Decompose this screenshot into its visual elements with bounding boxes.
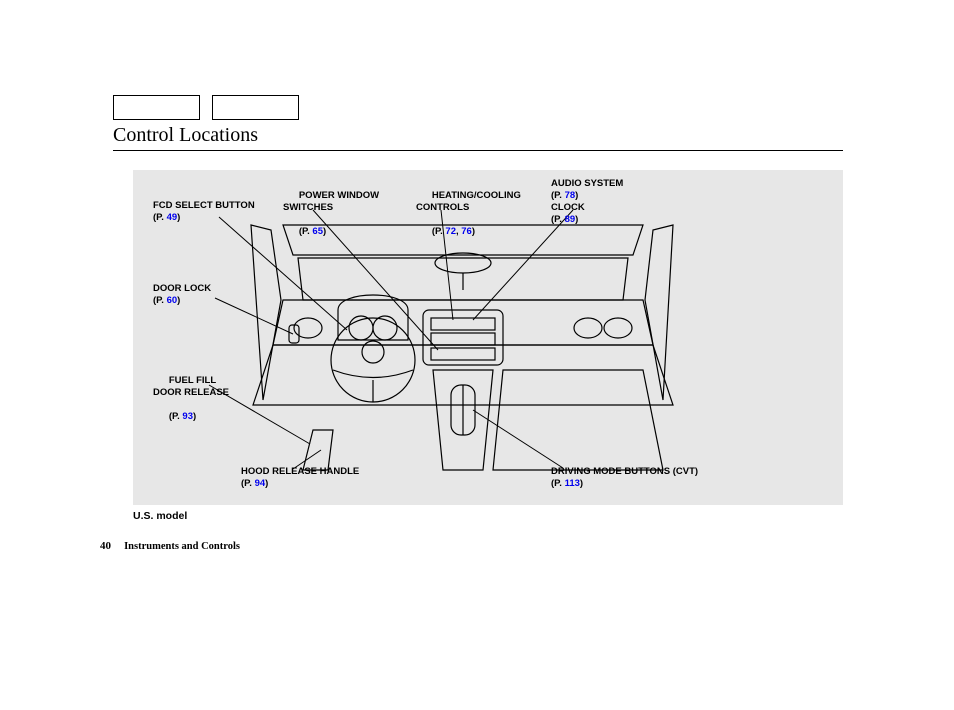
callout-driving-mode: DRIVING MODE BUTTONS (CVT) (P. 113): [551, 466, 698, 490]
page-footer: 40 Instruments and Controls: [100, 540, 240, 552]
page-link[interactable]: 60: [167, 295, 178, 306]
model-note: U.S. model: [133, 510, 187, 522]
page-link[interactable]: 76: [461, 226, 472, 237]
callout-label: AUDIO SYSTEM: [551, 178, 623, 189]
page-link[interactable]: 89: [565, 214, 576, 225]
page-link[interactable]: 94: [255, 478, 266, 489]
header-box-1: [113, 95, 200, 120]
header-box-2: [212, 95, 299, 120]
page-link[interactable]: 78: [565, 190, 576, 201]
page-link[interactable]: 49: [167, 212, 178, 223]
footer-section-name: Instruments and Controls: [124, 541, 240, 552]
section-title: Control Locations: [113, 124, 258, 147]
callout-door-lock: DOOR LOCK (P. 60): [153, 283, 211, 307]
manual-page: Control Locations: [0, 0, 954, 710]
callout-label: DOOR LOCK: [153, 283, 211, 294]
header-placeholder-boxes: [113, 95, 299, 120]
callout-heating-cooling: HEATING/COOLING CONTROLS (P. 72, 76): [416, 178, 521, 249]
callout-fuel-fill: FUEL FILL DOOR RELEASE (P. 93): [153, 363, 229, 434]
dashboard-diagram: FCD SELECT BUTTON (P. 49) POWER WINDOW S…: [133, 170, 843, 505]
page-number: 40: [100, 540, 111, 552]
title-rule: [113, 150, 843, 151]
callout-hood-release: HOOD RELEASE HANDLE (P. 94): [241, 466, 359, 490]
callout-label: HEATING/COOLING CONTROLS: [416, 190, 521, 213]
page-link[interactable]: 93: [182, 411, 193, 422]
page-link[interactable]: 72: [445, 226, 456, 237]
callout-fcd-select: FCD SELECT BUTTON (P. 49): [153, 200, 255, 224]
callout-label: POWER WINDOW SWITCHES: [283, 190, 379, 213]
callout-audio-clock: AUDIO SYSTEM (P. 78) CLOCK (P. 89): [551, 178, 623, 226]
page-link[interactable]: 113: [565, 478, 580, 489]
callout-label: DRIVING MODE BUTTONS (CVT): [551, 466, 698, 477]
callout-label: FCD SELECT BUTTON: [153, 200, 255, 211]
callout-power-window: POWER WINDOW SWITCHES (P. 65): [283, 178, 379, 249]
callout-label: FUEL FILL DOOR RELEASE: [153, 375, 229, 398]
page-link[interactable]: 65: [312, 226, 323, 237]
callout-label: HOOD RELEASE HANDLE: [241, 466, 359, 477]
callout-label: CLOCK: [551, 202, 585, 213]
